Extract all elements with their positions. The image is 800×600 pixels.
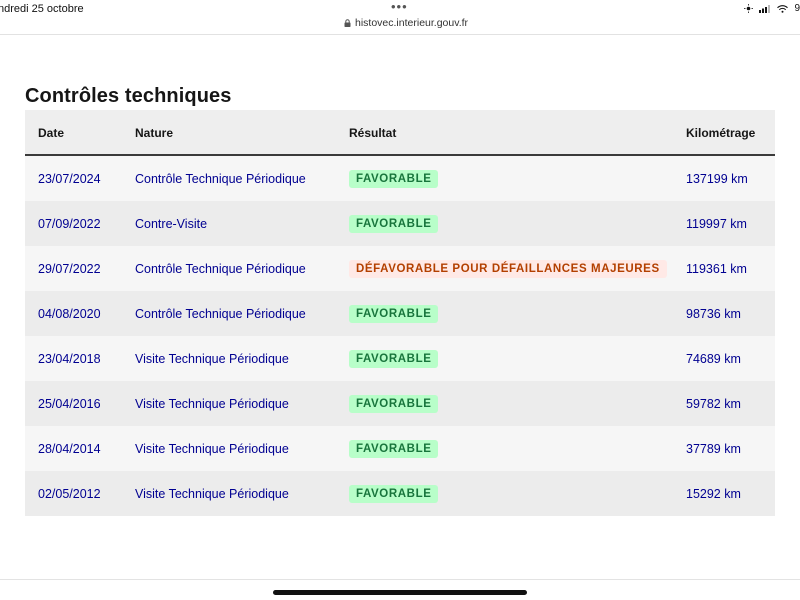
technical-controls-table: Date Nature Résultat Kilométrage 23/07/2… [25,110,775,516]
cell-date: 23/04/2018 [38,351,101,366]
table-body: 23/07/2024 Contrôle Technique Périodique… [25,156,775,516]
status-badge: FAVORABLE [349,349,439,368]
status-badge: FAVORABLE [349,439,439,458]
cell-km: 137199 km [686,171,748,186]
cell-result: FAVORABLE [349,156,439,201]
cell-nature: Contrôle Technique Périodique [135,261,306,276]
home-indicator[interactable] [273,590,527,595]
toolbar-divider [0,579,800,580]
table-row: 25/04/2016 Visite Technique Périodique F… [25,381,775,426]
more-dots-icon[interactable]: ••• [391,0,408,13]
wifi-icon [777,4,789,13]
cell-date: 29/07/2022 [38,261,101,276]
cell-km: 98736 km [686,306,741,321]
cell-km: 119997 km [686,216,747,231]
status-badge: FAVORABLE [349,394,439,413]
lock-icon [344,19,351,27]
cell-km: 59782 km [686,396,741,411]
cell-nature: Contrôle Technique Périodique [135,306,306,321]
cell-km: 74689 km [686,351,741,366]
cell-nature: Visite Technique Périodique [135,351,289,366]
status-badge: FAVORABLE [349,484,439,503]
cell-date: 04/08/2020 [38,306,101,321]
cell-result: FAVORABLE [349,291,439,336]
status-badge: FAVORABLE [349,214,439,233]
cell-date: 02/05/2012 [38,486,101,501]
system-icons: 9 [744,3,800,14]
cell-result: FAVORABLE [349,201,439,246]
cell-nature: Visite Technique Périodique [135,441,289,456]
header-result: Résultat [349,126,397,140]
status-bar: ndredi 25 octobre ••• histovec.interieur… [0,0,800,35]
cell-km: 37789 km [686,441,741,456]
battery-percent: 9 [794,3,800,14]
cell-result: FAVORABLE [349,471,439,516]
status-badge: DÉFAVORABLE POUR DÉFAILLANCES MAJEURES [349,259,667,278]
cell-date: 28/04/2014 [38,441,101,456]
cell-nature: Visite Technique Périodique [135,486,289,501]
cell-nature: Contre-Visite [135,216,208,231]
table-row: 23/04/2018 Visite Technique Périodique F… [25,336,775,381]
table-row: 04/08/2020 Contrôle Technique Périodique… [25,291,775,336]
address-bar[interactable]: histovec.interieur.gouv.fr [344,17,468,29]
url-text: histovec.interieur.gouv.fr [355,17,469,29]
signal-icon [759,4,771,13]
header-km: Kilométrage [686,126,756,140]
status-badge: FAVORABLE [349,169,439,188]
table-row: 02/05/2012 Visite Technique Périodique F… [25,471,775,516]
table-row: 28/04/2014 Visite Technique Périodique F… [25,426,775,471]
table-header: Date Nature Résultat Kilométrage [25,110,775,156]
brightness-icon [744,4,754,13]
table-row: 07/09/2022 Contre-Visite FAVORABLE 11999… [25,201,775,246]
header-nature: Nature [135,126,174,140]
cell-km: 119361 km [686,261,747,276]
table-row: 23/07/2024 Contrôle Technique Périodique… [25,156,775,201]
cell-result: FAVORABLE [349,336,439,381]
header-date: Date [38,126,65,140]
cell-date: 07/09/2022 [38,216,101,231]
cell-date: 25/04/2016 [38,396,101,411]
cell-result: FAVORABLE [349,381,439,426]
cell-nature: Visite Technique Périodique [135,396,289,411]
cell-date: 23/07/2024 [38,171,101,186]
page-title: Contrôles techniques [25,85,232,107]
status-badge: FAVORABLE [349,304,439,323]
cell-nature: Contrôle Technique Périodique [135,171,306,186]
status-date: ndredi 25 octobre [0,3,84,15]
cell-result: DÉFAVORABLE POUR DÉFAILLANCES MAJEURES [349,246,667,291]
table-row: 29/07/2022 Contrôle Technique Périodique… [25,246,775,291]
cell-result: FAVORABLE [349,426,439,471]
cell-km: 15292 km [686,486,741,501]
